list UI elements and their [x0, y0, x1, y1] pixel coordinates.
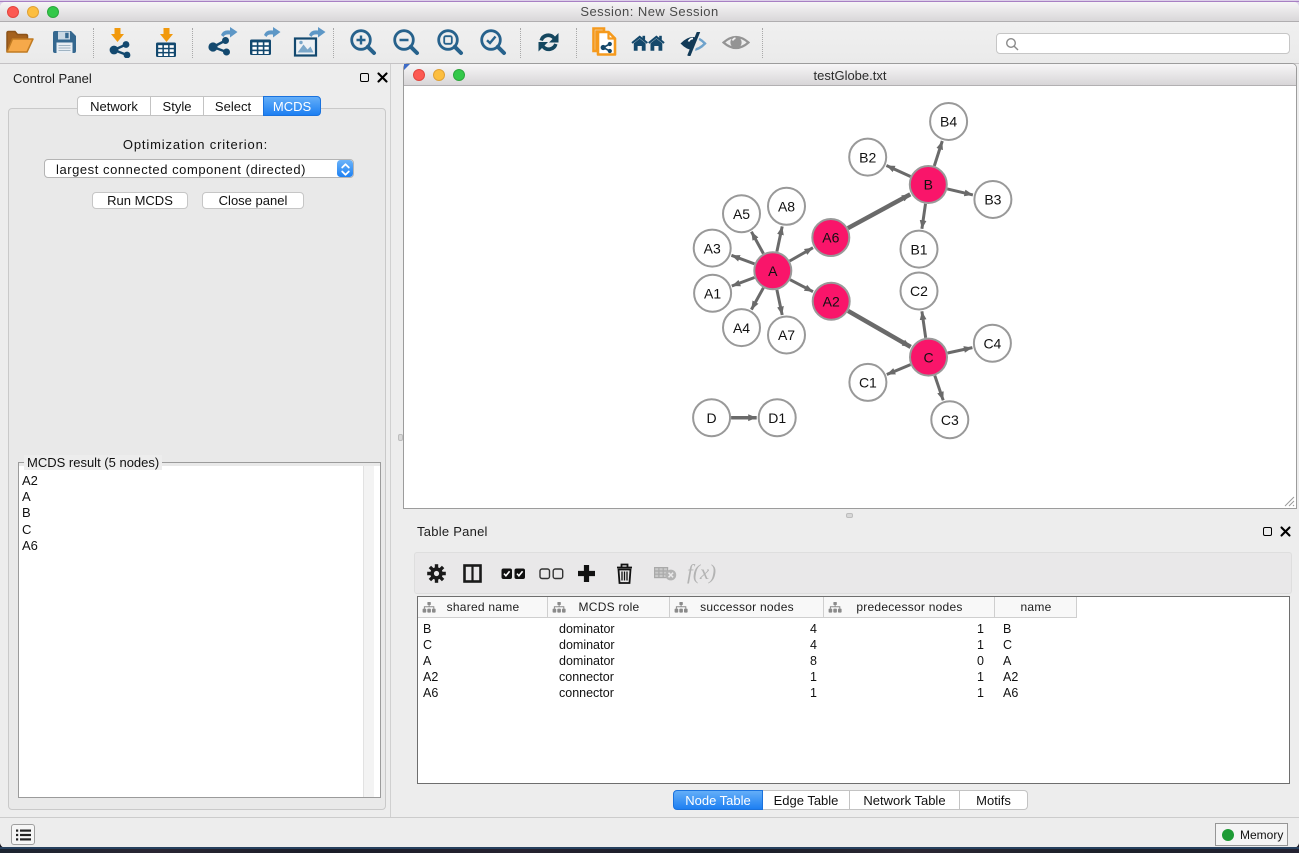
svg-text:B4: B4 — [940, 114, 957, 130]
svg-text:A: A — [768, 263, 778, 279]
svg-text:C: C — [923, 349, 933, 365]
svg-text:A3: A3 — [704, 240, 721, 256]
svg-text:A5: A5 — [733, 206, 750, 222]
svg-text:A1: A1 — [704, 285, 721, 301]
svg-text:B: B — [924, 177, 933, 193]
svg-text:C3: C3 — [941, 412, 959, 428]
svg-text:D1: D1 — [768, 410, 786, 426]
svg-text:A2: A2 — [823, 293, 840, 309]
svg-text:D: D — [707, 410, 717, 426]
svg-text:A4: A4 — [733, 320, 750, 336]
svg-text:A8: A8 — [778, 199, 795, 215]
svg-text:B2: B2 — [859, 149, 876, 165]
svg-text:C1: C1 — [859, 375, 877, 391]
svg-text:B1: B1 — [910, 241, 927, 257]
svg-text:A6: A6 — [822, 230, 839, 246]
svg-text:C2: C2 — [910, 283, 928, 299]
svg-text:A7: A7 — [778, 327, 795, 343]
svg-text:B3: B3 — [984, 192, 1001, 208]
svg-text:C4: C4 — [983, 335, 1001, 351]
